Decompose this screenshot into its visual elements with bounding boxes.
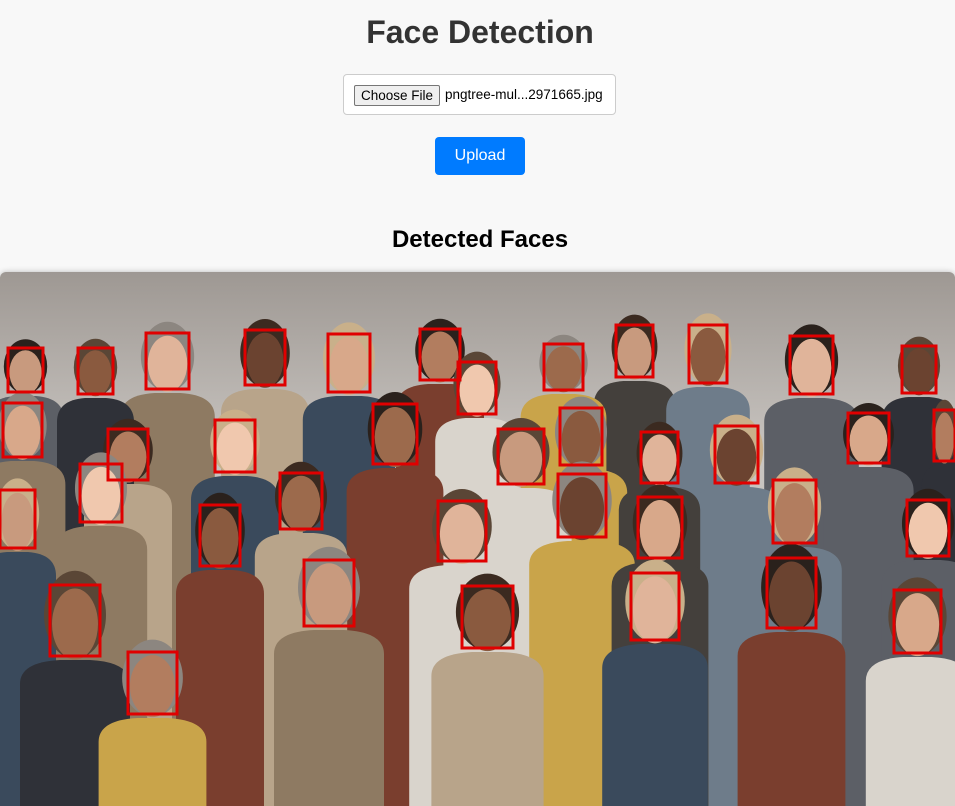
person-body bbox=[431, 652, 544, 806]
person-face bbox=[52, 588, 98, 660]
person-face bbox=[306, 563, 352, 630]
person-face bbox=[1, 492, 34, 551]
person-face bbox=[79, 350, 112, 397]
file-input[interactable]: Choose File pngtree-mul...2971665.jpg bbox=[343, 74, 616, 115]
person-body bbox=[98, 718, 207, 806]
person-face bbox=[439, 504, 485, 564]
person-face bbox=[147, 335, 188, 392]
group-photo bbox=[0, 272, 955, 806]
person-face bbox=[632, 576, 678, 644]
person-face bbox=[559, 477, 605, 541]
person-face bbox=[639, 500, 681, 562]
selected-file-name: pngtree-mul...2971665.jpg bbox=[445, 87, 603, 102]
person-face bbox=[849, 415, 888, 466]
person-face bbox=[768, 561, 815, 632]
person-face bbox=[716, 428, 757, 486]
person-face bbox=[642, 434, 677, 486]
person-body bbox=[865, 657, 955, 806]
person-face bbox=[791, 338, 832, 397]
person-face bbox=[246, 332, 284, 388]
page: Face Detection Choose File pngtree-mul..… bbox=[0, 0, 955, 806]
person-face bbox=[4, 405, 41, 460]
person-face bbox=[908, 502, 948, 559]
person-face bbox=[201, 508, 239, 570]
results-heading: Detected Faces bbox=[391, 226, 569, 253]
person-face bbox=[499, 431, 543, 487]
person-face bbox=[561, 410, 601, 468]
person-face bbox=[545, 346, 582, 393]
person-face bbox=[374, 407, 416, 467]
person-face bbox=[774, 483, 815, 547]
page-title: Face Detection bbox=[366, 14, 594, 50]
person-face bbox=[903, 348, 935, 396]
upload-button[interactable]: Upload bbox=[435, 137, 525, 175]
person-face bbox=[216, 422, 254, 475]
person-face bbox=[934, 412, 955, 464]
person-face bbox=[281, 475, 321, 532]
person-face bbox=[895, 593, 940, 657]
person-face bbox=[81, 466, 121, 525]
person-face bbox=[129, 655, 176, 718]
person-face bbox=[617, 327, 652, 380]
detected-faces-image bbox=[0, 272, 955, 806]
person-body bbox=[274, 630, 384, 806]
person-face bbox=[9, 350, 42, 395]
choose-file-button[interactable]: Choose File bbox=[354, 85, 440, 106]
person-body bbox=[602, 644, 708, 806]
person-face bbox=[421, 331, 459, 383]
person-face bbox=[690, 327, 726, 386]
person-face bbox=[329, 336, 369, 395]
person-face bbox=[464, 589, 511, 652]
person-face bbox=[459, 364, 495, 417]
person-body bbox=[737, 632, 846, 806]
